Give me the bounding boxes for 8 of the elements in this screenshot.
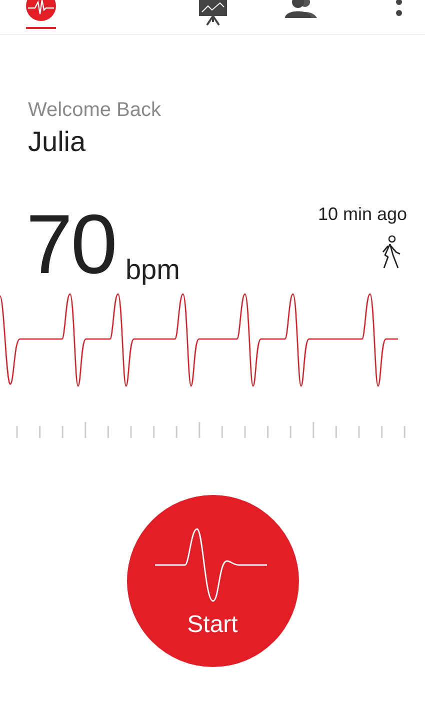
heart-rate-value: 70 bbox=[26, 202, 116, 286]
greeting: Welcome Back bbox=[28, 99, 162, 122]
overflow-menu-icon[interactable] bbox=[395, 0, 403, 18]
start-button[interactable]: Start bbox=[126, 495, 298, 667]
measurement-time: 10 min ago bbox=[318, 204, 407, 225]
heart-rate-unit: bpm bbox=[125, 254, 180, 286]
user-name: Julia bbox=[28, 126, 87, 158]
people-icon bbox=[285, 0, 317, 18]
